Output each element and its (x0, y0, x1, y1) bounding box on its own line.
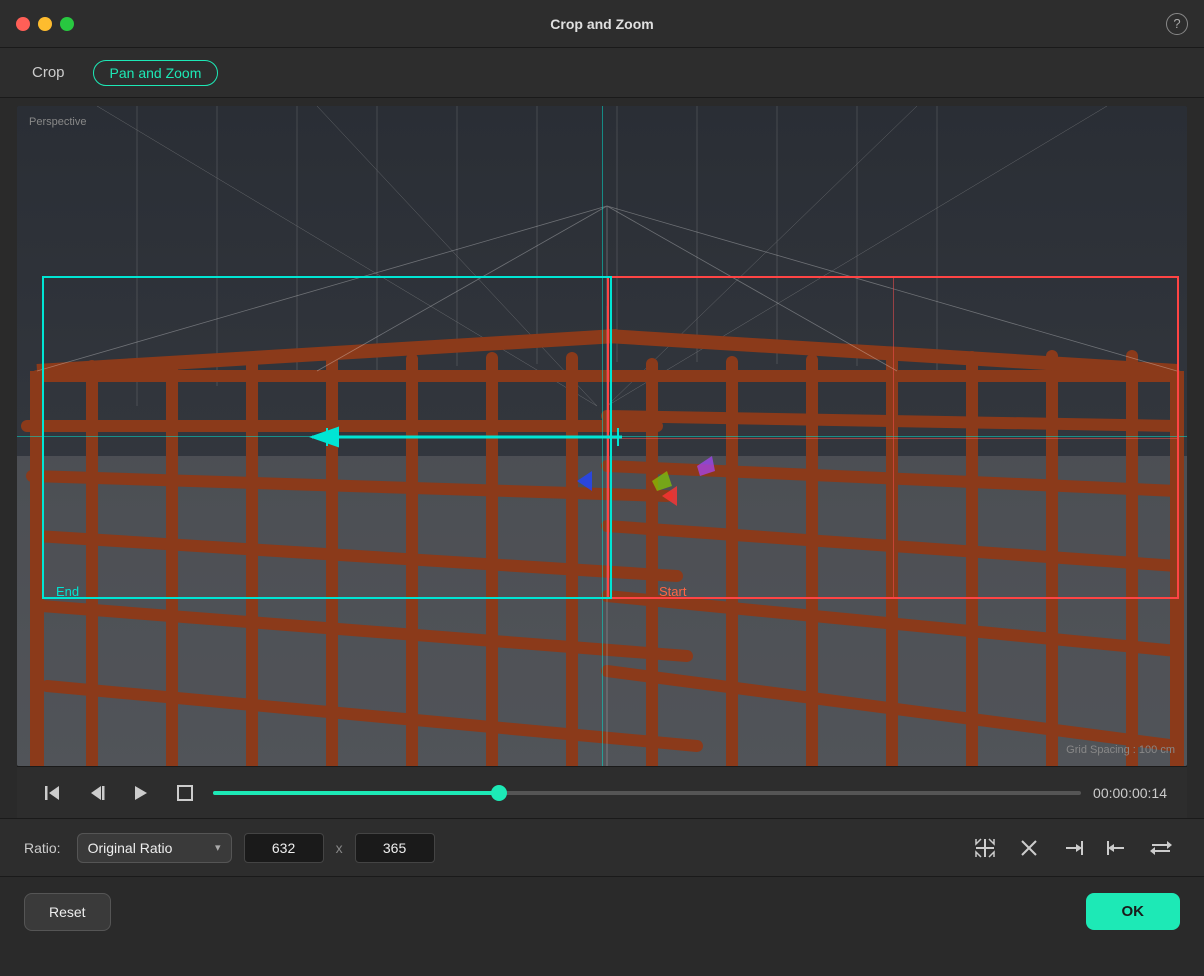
chevron-down-icon: ▾ (215, 841, 221, 854)
step-back-button[interactable] (37, 777, 69, 809)
controls-bar: Ratio: Original Ratio ▾ x (0, 818, 1204, 876)
width-input[interactable] (244, 833, 324, 863)
window-controls (16, 17, 74, 31)
height-input[interactable] (355, 833, 435, 863)
stop-button[interactable] (169, 777, 201, 809)
play-button[interactable] (125, 777, 157, 809)
ratio-value: Original Ratio (88, 840, 173, 856)
tab-pan-zoom[interactable]: Pan and Zoom (93, 60, 219, 86)
swap-button[interactable] (1142, 829, 1180, 867)
perspective-label: Perspective (29, 116, 86, 128)
dimension-separator: x (336, 840, 343, 856)
timeline-time: 00:00:00:14 (1093, 785, 1167, 801)
close-icon-button[interactable] (1010, 829, 1048, 867)
titlebar: Crop and Zoom ? (0, 0, 1204, 48)
snap-left-button[interactable] (1098, 829, 1136, 867)
ok-button[interactable]: OK (1086, 893, 1181, 930)
fit-button[interactable] (966, 829, 1004, 867)
action-icons (966, 829, 1180, 867)
frame-end[interactable]: End (42, 276, 612, 599)
frame-start-label: Start (659, 584, 686, 599)
timeline-slider[interactable] (213, 791, 1081, 795)
timeline-bar: 00:00:00:14 (17, 766, 1187, 818)
grid-spacing-label: Grid Spacing : 100 cm (1066, 744, 1175, 756)
viewport: Perspective Grid Spacing : 100 cm Start … (17, 106, 1187, 766)
close-button[interactable] (16, 17, 30, 31)
reset-button[interactable]: Reset (24, 893, 111, 931)
snap-right-button[interactable] (1054, 829, 1092, 867)
frame-end-label: End (56, 584, 79, 599)
ratio-dropdown[interactable]: Original Ratio ▾ (77, 833, 232, 863)
ratio-label: Ratio: (24, 840, 61, 856)
maximize-button[interactable] (60, 17, 74, 31)
footer-bar: Reset OK (0, 876, 1204, 946)
tab-bar: Crop Pan and Zoom (0, 48, 1204, 98)
tab-crop[interactable]: Crop (24, 60, 73, 85)
frame-start[interactable]: Start (607, 276, 1179, 599)
frame-back-button[interactable] (81, 777, 113, 809)
timeline-fill (213, 791, 499, 795)
minimize-button[interactable] (38, 17, 52, 31)
window-title: Crop and Zoom (550, 16, 653, 32)
timeline-thumb[interactable] (491, 785, 507, 801)
help-button[interactable]: ? (1166, 13, 1188, 35)
